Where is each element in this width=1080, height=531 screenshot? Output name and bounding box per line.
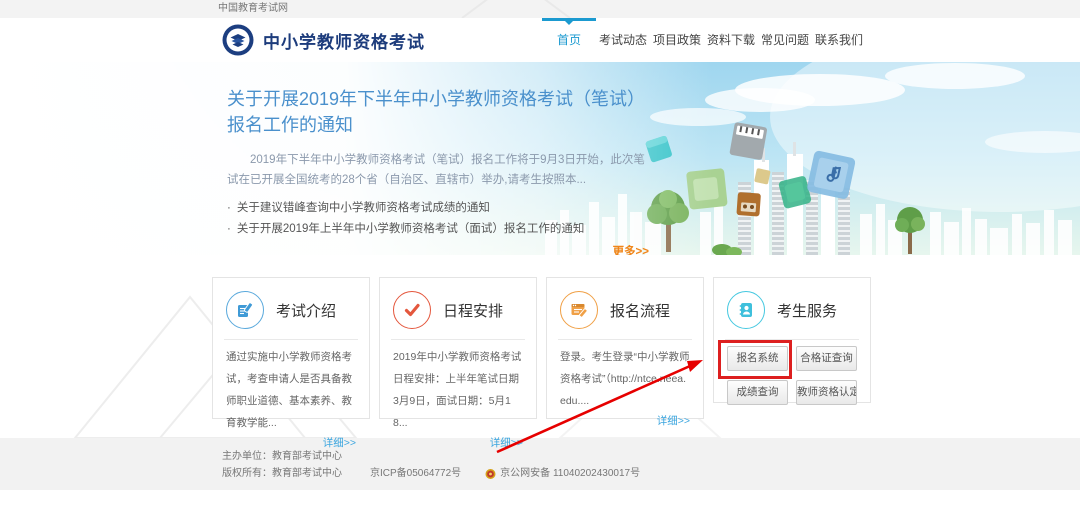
nav-item-faq[interactable]: 常见问题: [758, 18, 812, 62]
card-body-text: 通过实施中小学教师资格考试，考查申请人是否具备教师职业道德、基本素养、教育教学能…: [226, 351, 352, 430]
banner-text-block: 关于开展2019年下半年中小学教师资格考试（笔试）报名工作的通知 2019年下半…: [227, 86, 649, 255]
public-security-emblem-icon: [485, 468, 496, 479]
footer-security-link[interactable]: 京公网安备 11040202430017号: [485, 465, 640, 482]
nav-item-exam-news[interactable]: 考试动态: [596, 18, 650, 62]
card-candidate-services: 考生服务 报名系统 合格证查询 成绩查询 教师资格认定: [713, 277, 871, 405]
site-title: 中小学教师资格考试: [263, 32, 425, 52]
cards-row: 考试介绍 通过实施中小学教师资格考试，考查申请人是否具备教师职业道德、基本素养、…: [212, 277, 871, 449]
announcement-list: 关于建议错峰查询中小学教师资格考试成绩的通知 关于开展2019年上半年中小学教师…: [227, 198, 649, 239]
book-stack-emblem-icon: [222, 24, 254, 56]
footer: 主办单位：教育部考试中心 版权所有：教育部考试中心 京ICP备05064772号…: [0, 438, 1080, 490]
checkmark-icon: [393, 291, 431, 329]
footer-copyright: 版权所有：教育部考试中心: [222, 468, 342, 479]
announcement-link[interactable]: 关于建议错峰查询中小学教师资格考试成绩的通知: [227, 198, 649, 219]
hero-banner: 关于开展2019年下半年中小学教师资格考试（笔试）报名工作的通知 2019年下半…: [0, 62, 1080, 255]
contact-card-icon: [727, 291, 765, 329]
detail-link[interactable]: 详细>>: [560, 413, 690, 428]
browser-edit-icon: [560, 291, 598, 329]
announcement-summary: 2019年下半年中小学教师资格考试（笔试）报名工作将于9月3日开始，此次笔试在已…: [227, 154, 645, 187]
score-query-button[interactable]: 成绩查询: [727, 380, 788, 405]
card-title: 考生服务: [777, 302, 838, 320]
nav-item-policies[interactable]: 项目政策: [650, 18, 704, 62]
card-registration-process: 报名流程 登录。考生登录“中小学教师资格考试”（http://ntce.neea…: [546, 277, 704, 427]
divider: [725, 339, 859, 340]
card-exam-intro: 考试介绍 通过实施中小学教师资格考试，考查申请人是否具备教师职业道德、基本素养、…: [212, 277, 370, 449]
mountain-watermark: [461, 0, 571, 18]
card-title: 报名流程: [610, 302, 671, 320]
divider: [558, 339, 692, 340]
divider: [391, 339, 525, 340]
card-body-text: 登录。考生登录“中小学教师资格考试”（http://ntce.neea.edu.…: [560, 351, 690, 408]
card-body-text: 2019年中小学教师资格考试日程安排：上半年笔试日期3月9日，面试日期：5月18…: [393, 351, 522, 430]
footer-organizer: 主办单位：教育部考试中心: [222, 451, 342, 462]
footer-icp: 京ICP备05064772号: [370, 468, 462, 479]
nav-item-home[interactable]: 首页: [542, 18, 596, 62]
detail-link[interactable]: 详细>>: [393, 435, 523, 450]
detail-link[interactable]: 详细>>: [226, 435, 356, 450]
teacher-certification-button[interactable]: 教师资格认定: [796, 380, 857, 405]
card-title: 日程安排: [443, 302, 504, 320]
divider: [224, 339, 358, 340]
topbar: 中国教育考试网: [0, 0, 1080, 18]
nav-item-downloads[interactable]: 资料下载: [704, 18, 758, 62]
header: 中小学教师资格考试 首页 考试动态 项目政策 资料下载 常见问题 联系我们: [0, 18, 1080, 62]
more-link[interactable]: 更多>>: [227, 243, 649, 255]
document-pen-icon: [226, 291, 264, 329]
service-buttons: 报名系统 合格证查询 成绩查询 教师资格认定: [718, 340, 857, 405]
card-title: 考试介绍: [276, 302, 337, 320]
card-schedule: 日程安排 2019年中小学教师资格考试日程安排：上半年笔试日期3月9日，面试日期…: [379, 277, 537, 449]
nav-item-contact[interactable]: 联系我们: [812, 18, 866, 62]
registration-system-button[interactable]: 报名系统: [727, 346, 788, 371]
site-brand[interactable]: 中小学教师资格考试: [222, 24, 425, 56]
footer-security-text: 京公网安备 11040202430017号: [500, 468, 641, 479]
main-section: 考试介绍 通过实施中小学教师资格考试，考查申请人是否具备教师职业道德、基本素养、…: [0, 255, 1080, 449]
announcement-link[interactable]: 关于开展2019年上半年中小学教师资格考试（面试）报名工作的通知: [227, 219, 649, 240]
certificate-query-button[interactable]: 合格证查询: [796, 346, 857, 371]
main-nav: 首页 考试动态 项目政策 资料下载 常见问题 联系我们: [542, 18, 866, 62]
announcement-title[interactable]: 关于开展2019年下半年中小学教师资格考试（笔试）报名工作的通知: [227, 86, 649, 138]
